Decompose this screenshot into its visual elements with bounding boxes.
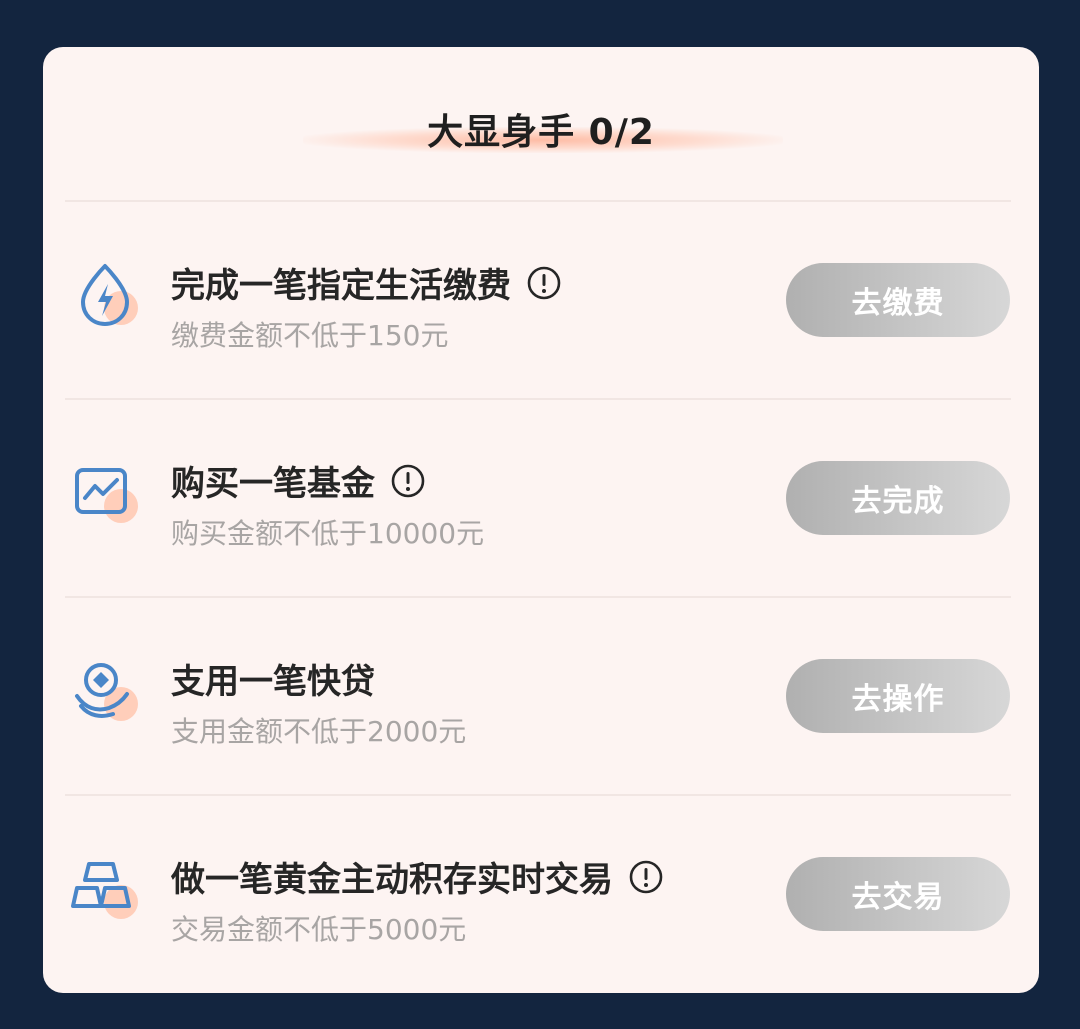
task-requirement: 缴费金额不低于150元 <box>171 319 449 352</box>
task-item-bill-payment: 完成一笔指定生活缴费 缴费金额不低于150元 去缴费 <box>43 200 1039 352</box>
task-requirement: 交易金额不低于5000元 <box>171 913 467 946</box>
info-icon[interactable] <box>527 266 561 300</box>
task-item-quick-loan: 支用一笔快贷 支用金额不低于2000元 去操作 <box>43 596 1039 748</box>
task-title: 购买一笔基金 <box>171 456 425 505</box>
water-drop-bolt-icon <box>71 258 143 330</box>
task-requirement: 支用金额不低于2000元 <box>171 715 467 748</box>
task-title-text: 做一笔黄金主动积存实时交易 <box>171 860 613 900</box>
task-card: 大显身手 0/2 完成一笔指定生活缴费 缴费金额不低于150元 去缴费 购买一笔… <box>43 47 1039 993</box>
fund-chart-icon <box>71 456 143 528</box>
task-title: 做一笔黄金主动积存实时交易 <box>171 852 663 901</box>
go-trade-button[interactable]: 去交易 <box>786 857 1010 931</box>
info-icon[interactable] <box>629 860 663 894</box>
info-icon[interactable] <box>391 464 425 498</box>
loan-coin-hand-icon <box>71 654 143 726</box>
task-title-text: 支用一笔快贷 <box>171 662 375 702</box>
task-title-text: 完成一笔指定生活缴费 <box>171 266 511 306</box>
go-pay-button[interactable]: 去缴费 <box>786 263 1010 337</box>
go-operate-button[interactable]: 去操作 <box>786 659 1010 733</box>
task-title: 完成一笔指定生活缴费 <box>171 258 561 307</box>
task-requirement: 购买金额不低于10000元 <box>171 517 485 550</box>
gold-bars-icon <box>71 852 143 924</box>
page-title: 大显身手 0/2 <box>427 112 655 153</box>
go-complete-button[interactable]: 去完成 <box>786 461 1010 535</box>
task-item-fund-purchase: 购买一笔基金 购买金额不低于10000元 去完成 <box>43 398 1039 550</box>
task-title-text: 购买一笔基金 <box>171 464 375 504</box>
task-title: 支用一笔快贷 <box>171 654 375 703</box>
task-item-gold-trade: 做一笔黄金主动积存实时交易 交易金额不低于5000元 去交易 <box>43 794 1039 946</box>
